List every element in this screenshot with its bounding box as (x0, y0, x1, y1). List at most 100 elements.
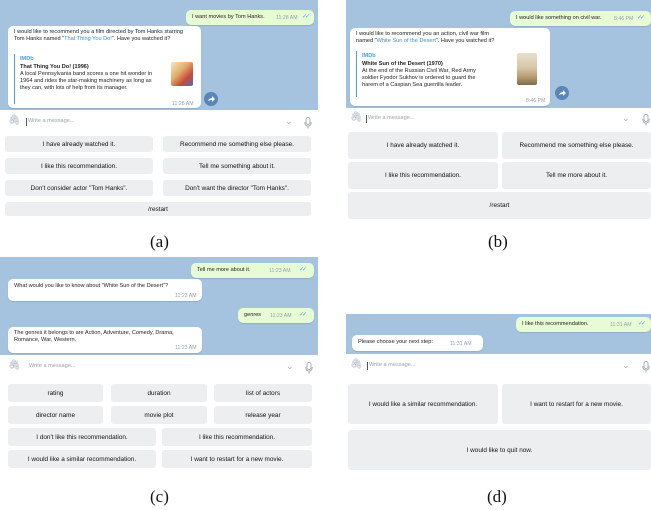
bot-message: The genres it belongs to are Action, Adv… (8, 327, 202, 353)
chat-area: I like this recommendation. 11:31 AM ✓✓ … (346, 314, 651, 354)
message-time: 11:28 AM (276, 15, 298, 21)
read-checkmarks-icon: ✓✓ (637, 15, 645, 21)
microphone-icon[interactable] (304, 117, 312, 129)
microphone-icon[interactable] (642, 361, 650, 373)
keyboard-button[interactable]: rating (8, 384, 103, 402)
preview-title: White Sun of the Desert (1970) (362, 61, 443, 67)
message-text: What would you like to know about "White… (14, 283, 169, 289)
keyboard-button[interactable]: I have already watched it. (5, 136, 153, 152)
text-cursor (367, 362, 368, 370)
keyboard-button[interactable]: I like this recommendation. (348, 162, 498, 189)
keyboard-button[interactable]: duration (111, 384, 207, 402)
text-cursor (366, 115, 367, 123)
share-arrow-icon (559, 90, 566, 96)
message-time: 11:23 AM (175, 293, 197, 299)
read-checkmarks-icon: ✓✓ (638, 321, 646, 327)
attach-icon[interactable]: 🖇 (350, 359, 363, 370)
user-message: I like this recommendation. 11:31 AM ✓✓ (516, 317, 651, 332)
panel-a: I want movies by Tom Hanks. 11:28 AM ✓✓ … (0, 0, 318, 216)
user-message: Tell me more about it. 11:23 AM ✓✓ (191, 263, 314, 278)
reply-keyboard: I would like a similar recommendation. I… (346, 376, 651, 472)
message-text: genres (244, 312, 262, 318)
movie-link[interactable]: White Sun of the Desert (377, 38, 436, 44)
keyboard-button[interactable]: Don't want the director "Tom Hanks". (163, 180, 311, 196)
keyboard-button[interactable]: I would like a similar recommendation. (348, 384, 498, 424)
bot-message: I would like to recommend you an action,… (350, 28, 550, 106)
keyboard-button[interactable]: I want to restart for a new movie. (162, 450, 312, 468)
message-text: Tell me more about it. (197, 267, 251, 273)
keyboard-button[interactable]: Recommend me something else please. (502, 132, 651, 159)
keyboard-button[interactable]: I like this recommendation. (162, 428, 312, 446)
message-input[interactable]: Write a message... (29, 363, 76, 369)
keyboard-button[interactable]: release year (214, 406, 312, 424)
attach-icon[interactable]: 🖇 (8, 115, 21, 126)
share-button[interactable] (555, 86, 569, 100)
message-text: I would like to recommend you a film dir… (14, 29, 184, 43)
message-input[interactable]: Write a message... (368, 115, 415, 121)
message-composer: 🖇 Write a message... ⌄ (346, 356, 651, 377)
message-composer: 🖇 Write a message... ⌄ (0, 112, 318, 133)
keyboard-button[interactable]: I would like a similar recommendation. (8, 450, 156, 468)
message-input[interactable]: Write a message... (28, 118, 75, 124)
chevron-down-icon[interactable]: ⌄ (622, 113, 630, 124)
read-checkmarks-icon: ✓✓ (299, 267, 307, 273)
keyboard-button[interactable]: I want to restart for a new movie. (502, 384, 651, 424)
chat-area: I would like something on civil war. 8:4… (346, 0, 651, 108)
restart-button[interactable]: /restart (5, 202, 311, 216)
keyboard-button[interactable]: Don't consider actor "Tom Hanks". (5, 180, 153, 196)
user-message: I would like something on civil war. 8:4… (510, 11, 651, 26)
microphone-icon[interactable] (642, 114, 650, 126)
message-time: 8:46 PM (614, 16, 634, 22)
keyboard-button[interactable]: list of actors (214, 384, 312, 402)
reply-keyboard: I have already watched it. Recommend me … (346, 128, 651, 222)
message-time: 11:31 AM (450, 341, 472, 347)
preview-title: That Thing You Do! (1996) (20, 64, 89, 70)
movie-poster-image (171, 62, 193, 86)
message-text: I want movies by Tom Hanks. (192, 14, 265, 20)
reply-keyboard: I have already watched it. Recommend me … (0, 132, 318, 216)
link-preview[interactable]: IMDb White Sun of the Desert (1970) At t… (356, 51, 551, 97)
keyboard-button[interactable]: Tell me something about it. (163, 158, 311, 174)
message-text: Please choose your next step: (358, 339, 433, 345)
keyboard-button[interactable]: director name (8, 406, 103, 424)
reply-keyboard: rating duration list of actors director … (0, 377, 318, 470)
caption-a: (a) (150, 232, 169, 251)
read-checkmarks-icon: ✓✓ (299, 312, 307, 318)
movie-link[interactable]: That Thing You Do! (64, 36, 112, 42)
caption-b: (b) (488, 232, 508, 251)
chat-area: Tell me more about it. 11:23 AM ✓✓ What … (0, 257, 318, 355)
movie-poster-image (517, 53, 537, 85)
keyboard-button[interactable]: movie plot (111, 406, 207, 424)
user-message: genres 11:23 AM ✓✓ (238, 308, 314, 323)
chevron-down-icon[interactable]: ⌄ (285, 116, 293, 127)
message-time: 11:23 AM (175, 345, 197, 351)
text-cursor (26, 118, 27, 126)
link-preview[interactable]: IMDb That Thing You Do! (1996) A local P… (14, 54, 199, 104)
chevron-down-icon[interactable]: ⌄ (286, 361, 294, 372)
keyboard-button[interactable]: Recommend me something else please. (163, 136, 311, 152)
restart-button[interactable]: /restart (348, 192, 651, 219)
message-time: 11:23 AM (269, 268, 291, 274)
chevron-down-icon[interactable]: ⌄ (622, 360, 630, 371)
caption-c: (c) (150, 487, 169, 506)
preview-site: IMDb (20, 56, 34, 62)
message-composer: 🖇 Write a message... ⌄ (0, 357, 318, 378)
message-time: 11:23 AM (270, 313, 292, 319)
preview-site: IMDb (362, 53, 376, 59)
message-text: I like this recommendation. (522, 321, 589, 327)
attach-icon[interactable]: 🖇 (350, 112, 363, 123)
keyboard-button[interactable]: I have already watched it. (348, 132, 498, 159)
read-checkmarks-icon: ✓✓ (302, 14, 310, 20)
message-time: 11:28 AM (172, 101, 194, 107)
share-button[interactable] (204, 92, 218, 106)
keyboard-button[interactable]: I don't like this recommendation. (8, 428, 156, 446)
bot-message: Please choose your next step: 11:31 AM (352, 335, 483, 351)
microphone-icon[interactable] (305, 362, 313, 374)
message-input[interactable]: Write a message... (369, 362, 416, 368)
keyboard-button[interactable]: I like this recommendation. (5, 158, 153, 174)
keyboard-button[interactable]: Tell me more about it. (502, 162, 651, 189)
panel-d: I like this recommendation. 11:31 AM ✓✓ … (346, 314, 651, 472)
user-message: I want movies by Tom Hanks. 11:28 AM ✓✓ (186, 10, 314, 25)
keyboard-button[interactable]: I would like to quit now. (348, 430, 651, 470)
attach-icon[interactable]: 🖇 (8, 360, 21, 371)
